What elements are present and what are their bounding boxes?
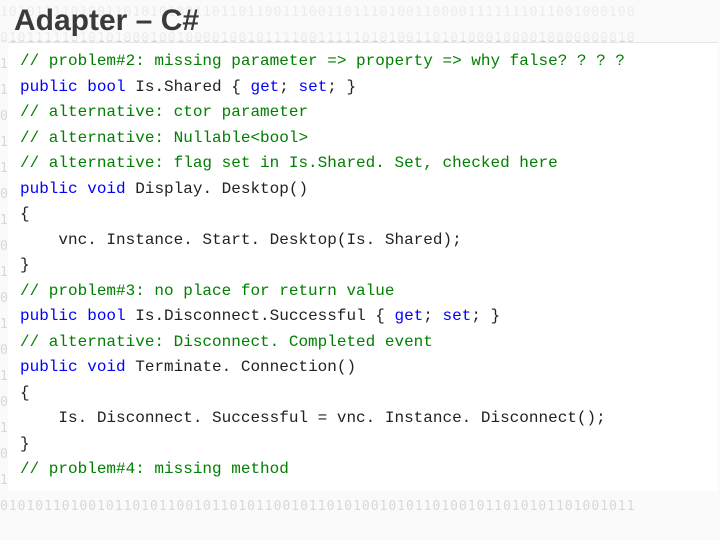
code-token: () [337, 358, 356, 376]
code-token [78, 78, 88, 96]
code-line: public bool Is.Disconnect.Successful { g… [20, 304, 710, 330]
code-token: vnc. Instance. Start. Desktop(Is. Shared… [20, 231, 462, 249]
code-token: ; [279, 78, 298, 96]
code-line: } [20, 432, 710, 458]
code-token: get [394, 307, 423, 325]
code-token: void [87, 358, 125, 376]
code-token: // alternative: flag set in Is.Shared. S… [20, 154, 558, 172]
code-token: () [289, 180, 308, 198]
code-token: { [366, 307, 395, 325]
code-token: ; [423, 307, 442, 325]
code-token: public [20, 180, 78, 198]
code-token [126, 307, 136, 325]
code-token: get [250, 78, 279, 96]
code-token [126, 180, 136, 198]
code-line: public void Terminate. Connection() [20, 355, 710, 381]
code-token: { [20, 384, 30, 402]
code-line: // problem#4: missing method [20, 457, 710, 483]
code-token: } [20, 435, 30, 453]
code-token [78, 307, 88, 325]
code-line: vnc. Instance. Start. Desktop(Is. Shared… [20, 228, 710, 254]
code-line: public bool Is.Shared { get; set; } [20, 75, 710, 101]
code-token: Display. Desktop [135, 180, 289, 198]
code-token [126, 78, 136, 96]
code-token: set [298, 78, 327, 96]
code-token: Is.Shared [135, 78, 221, 96]
code-token: Is. Disconnect. Successful = vnc. Instan… [20, 409, 606, 427]
code-token: } [20, 256, 30, 274]
code-token: // alternative: Nullable<bool> [20, 129, 308, 147]
code-token: Terminate. Connection [135, 358, 337, 376]
code-line: // alternative: Nullable<bool> [20, 126, 710, 152]
slide-title: Adapter – C# [0, 0, 720, 40]
code-token [126, 358, 136, 376]
code-token: { [20, 205, 30, 223]
code-token: { [222, 78, 251, 96]
code-token: bool [87, 307, 125, 325]
code-line: // alternative: Disconnect. Completed ev… [20, 330, 710, 356]
code-line: // problem#3: no place for return value [20, 279, 710, 305]
code-line: // problem#2: missing parameter => prope… [20, 49, 710, 75]
code-token [78, 358, 88, 376]
code-token: ; } [471, 307, 500, 325]
code-line: } [20, 253, 710, 279]
slide: Adapter – C# // problem#2: missing param… [0, 0, 720, 540]
code-line: // alternative: flag set in Is.Shared. S… [20, 151, 710, 177]
code-token [78, 180, 88, 198]
code-token: // alternative: Disconnect. Completed ev… [20, 333, 433, 351]
code-token: // alternative: ctor parameter [20, 103, 308, 121]
code-token: ; } [327, 78, 356, 96]
code-token: public [20, 358, 78, 376]
code-token: // problem#3: no place for return value [20, 282, 394, 300]
code-line: public void Display. Desktop() [20, 177, 710, 203]
code-line: Is. Disconnect. Successful = vnc. Instan… [20, 406, 710, 432]
code-token: Is.Disconnect.Successful [135, 307, 365, 325]
code-token: // problem#2: missing parameter => prope… [20, 52, 625, 70]
code-token: public [20, 78, 78, 96]
code-token: void [87, 180, 125, 198]
code-token: // problem#4: missing method [20, 460, 289, 478]
code-token: bool [87, 78, 125, 96]
code-block: // problem#2: missing parameter => prope… [8, 42, 718, 491]
code-token: set [443, 307, 472, 325]
code-line: { [20, 381, 710, 407]
code-line: { [20, 202, 710, 228]
code-line: // alternative: ctor parameter [20, 100, 710, 126]
code-token: public [20, 307, 78, 325]
